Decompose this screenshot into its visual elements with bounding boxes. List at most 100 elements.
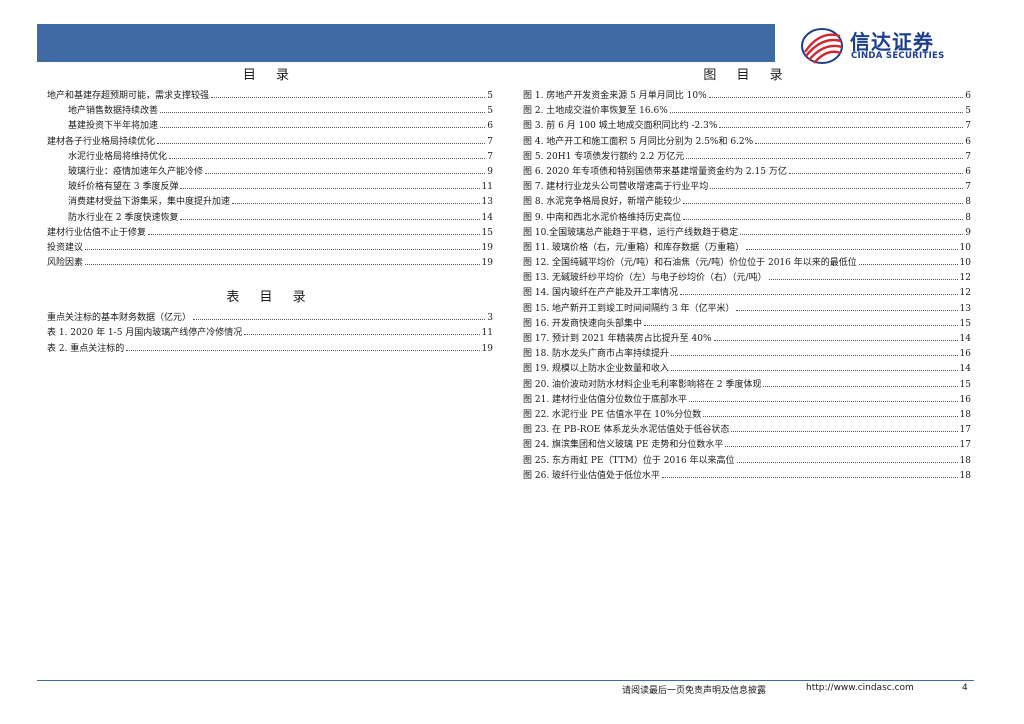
toc-entry[interactable]: 图 19. 规模以上防水企业数量和收入 14 — [523, 361, 971, 376]
toc-leader-dots — [680, 285, 958, 296]
toc-leader-dots — [205, 164, 486, 174]
toc-leader-dots — [683, 194, 964, 205]
toc-entry[interactable]: 表 2. 重点关注标的 19 — [47, 341, 493, 356]
toc-entry[interactable]: 图 21. 建材行业估值分位数位于底部水平 16 — [523, 392, 971, 407]
toc-leader-dots — [148, 225, 480, 235]
toc-leader-dots — [85, 255, 480, 266]
toc-entry-text: 图 3. 前 6 月 100 城土地成交面积同比约 -2.3% — [523, 121, 718, 132]
toc-entry-text: 风险因素 — [47, 258, 84, 269]
toc-entry-text: 图 15. 地产新开工到竣工时间间隔约 3 年（亿平米） — [523, 303, 735, 314]
toc-entry[interactable]: 基建投资下半年将加速 6 — [47, 118, 493, 133]
toc-entry[interactable]: 建材各子行业格局持续优化 7 — [47, 134, 493, 149]
toc-leader-dots — [160, 118, 486, 129]
toc-entry[interactable]: 图 4. 地产开工和施工面积 5 月同比分别为 2.5%和 6.2% 6 — [523, 134, 971, 149]
toc-title: 目 录 — [242, 68, 298, 83]
toc-entry-page: 11 — [481, 328, 493, 339]
toc-entry[interactable]: 地产销售数据持续改善 5 — [47, 103, 493, 118]
toc-entry[interactable]: 图 13. 无碱玻纤纱平均价（左）与电子纱均价（右）（元/吨） 12 — [523, 270, 971, 285]
toc-entry-text: 图 2. 土地成交溢价率恢复至 16.6% — [523, 106, 668, 117]
toc-entry[interactable]: 投资建议 19 — [47, 240, 493, 255]
toc-entry-page: 10 — [959, 258, 971, 269]
toc-entry-page: 5 — [965, 106, 971, 117]
toc-leader-dots — [126, 341, 480, 351]
toc-entry[interactable]: 建材行业估值不止于修复 15 — [47, 225, 493, 240]
toc-entry-page: 18 — [959, 455, 971, 466]
toc-entry-page: 19 — [481, 343, 493, 354]
toc-entry-text: 地产和基建存超预期可能，需求支撑较强 — [47, 91, 210, 101]
toc-entry-page: 7 — [965, 121, 971, 132]
toc-leader-dots — [689, 392, 958, 402]
toc-entry-page: 5 — [487, 106, 493, 117]
toc-entry[interactable]: 防水行业在 2 季度快速恢复 14 — [47, 210, 493, 225]
toc-entry-page: 14 — [959, 334, 971, 344]
toc-leader-dots — [671, 346, 958, 357]
toc-entry[interactable]: 图 7. 建材行业龙头公司营收增速高于行业平均 7 — [523, 179, 971, 194]
toc-leader-dots — [719, 118, 964, 129]
toc-entry[interactable]: 图 23. 在 PB-ROE 体系龙头水泥估值处于低谷状态 17 — [523, 422, 971, 437]
toc-entry[interactable]: 消费建材受益下游集采，集中度提升加速 13 — [47, 194, 493, 209]
toc-entry[interactable]: 图 20. 油价波动对防水材料企业毛利率影响将在 2 季度体现 15 — [523, 377, 971, 392]
toc-entry-text: 图 13. 无碱玻纤纱平均价（左）与电子纱均价（右）（元/吨） — [523, 273, 767, 284]
toc-entry[interactable]: 图 18. 防水龙头广商市占率持续提升 16 — [523, 346, 971, 361]
toc-entry-text: 图 7. 建材行业龙头公司营收增速高于行业平均 — [523, 182, 709, 193]
toc-entry-text: 地产销售数据持续改善 — [68, 106, 159, 117]
toc-leader-dots — [708, 88, 964, 98]
toc-entry[interactable]: 玻璃行业：疫情加速年久产能冷修 9 — [47, 164, 493, 179]
toc-entry[interactable]: 图 17. 预计到 2021 年精装房占比提升至 40% 14 — [523, 331, 971, 346]
toc-entry-text: 防水行业在 2 季度快速恢复 — [68, 212, 179, 223]
toc-entry-text: 图 25. 东方雨虹 PE（TTM）位于 2016 年以来高位 — [523, 455, 735, 466]
toc-entry[interactable]: 图 3. 前 6 月 100 城土地成交面积同比约 -2.3% 7 — [523, 118, 971, 133]
toc-entry-page: 15 — [959, 379, 971, 390]
toc-entry[interactable]: 图 24. 旗滨集团和信义玻璃 PE 走势和分位数水平 17 — [523, 437, 971, 452]
toc-entry-page: 15 — [959, 318, 971, 329]
toc-entry-page: 5 — [487, 91, 493, 101]
toc-entry[interactable]: 图 12. 全国纯碱平均价（元/吨）和石油焦（元/吨）价位位于 2016 年以来… — [523, 255, 971, 270]
toc-entry[interactable]: 图 15. 地产新开工到竣工时间间隔约 3 年（亿平米） 13 — [523, 301, 971, 316]
toc-entry[interactable]: 重点关注标的基本财务数据（亿元） 3 — [47, 310, 493, 325]
toc-entry[interactable]: 图 9. 中南和西北水泥价格维持历史高位 8 — [523, 210, 971, 225]
toc-leader-dots — [232, 194, 480, 205]
toc-entry-page: 8 — [965, 197, 971, 208]
toc-leader-dots — [193, 310, 486, 321]
footer-url-link[interactable]: http://www.cindasc.com — [806, 683, 914, 693]
toc-entry[interactable]: 图 14. 国内玻纤在产产能及开工率情况 12 — [523, 285, 971, 300]
toc-entry[interactable]: 玻纤价格有望在 3 季度反弹 11 — [47, 179, 493, 194]
toc-entry-text: 玻纤价格有望在 3 季度反弹 — [68, 182, 179, 193]
brand-name-en: CINDA SECURITIES — [851, 51, 945, 61]
toc-entry[interactable]: 图 2. 土地成交溢价率恢复至 16.6% 5 — [523, 103, 971, 118]
toc-entry[interactable]: 图 16. 开发商快速向头部集中 15 — [523, 316, 971, 331]
toc-entry[interactable]: 风险因素 19 — [47, 255, 493, 270]
toc-entry[interactable]: 图 5. 20H1 专项债发行额约 2.2 万亿元 7 — [523, 149, 971, 164]
toc-entry[interactable]: 地产和基建存超预期可能，需求支撑较强 5 — [47, 88, 493, 103]
toc-entry-text: 图 17. 预计到 2021 年精装房占比提升至 40% — [523, 334, 712, 344]
toc-entry[interactable]: 表 1. 2020 年 1-5 月国内玻璃产线停产冷修情况 11 — [47, 325, 493, 340]
toc-entry-page: 6 — [965, 166, 971, 177]
toc-leader-dots — [746, 240, 958, 250]
brand-logo: 信达证券 CINDA SECURITIES — [800, 26, 980, 66]
toc-entry-page: 15 — [481, 227, 493, 238]
toc-entry-page: 6 — [487, 121, 493, 132]
toc-entry[interactable]: 图 11. 玻璃价格（右，元/重箱）和库存数据（万重箱） 10 — [523, 240, 971, 255]
toc-entry-text: 图 10.全国玻璃总产能趋于平稳，运行产线数趋于稳定 — [523, 227, 739, 238]
toc-entry-text: 图 4. 地产开工和施工面积 5 月同比分别为 2.5%和 6.2% — [523, 136, 754, 147]
toc-entry[interactable]: 图 22. 水泥行业 PE 估值水平在 10%分位数 18 — [523, 407, 971, 422]
toc-entry-text: 图 18. 防水龙头广商市占率持续提升 — [523, 349, 670, 360]
table-toc-list: 重点关注标的基本财务数据（亿元） 3 表 1. 2020 年 1-5 月国内玻璃产线… — [47, 310, 493, 356]
toc-entry-page: 18 — [959, 470, 971, 481]
toc-entry-page: 6 — [965, 91, 971, 101]
toc-entry[interactable]: 图 6. 2020 年专项债和特别国债带来基建增量资金约为 2.15 万亿 6 — [523, 164, 971, 179]
toc-entry[interactable]: 图 25. 东方雨虹 PE（TTM）位于 2016 年以来高位 18 — [523, 453, 971, 468]
toc-entry[interactable]: 图 8. 水泥竞争格局良好，新增产能较少 8 — [523, 194, 971, 209]
toc-leader-dots — [671, 361, 958, 372]
toc-entry-text: 重点关注标的基本财务数据（亿元） — [47, 313, 192, 324]
toc-entry-text: 表 2. 重点关注标的 — [47, 343, 125, 354]
toc-entry-page: 13 — [481, 197, 493, 208]
toc-entry-page: 9 — [965, 227, 971, 238]
toc-entry[interactable]: 图 1. 房地产开发资金来源 5 月单月同比 10% 6 — [523, 88, 971, 103]
toc-entry[interactable]: 图 10.全国玻璃总产能趋于平稳，运行产线数趋于稳定 9 — [523, 225, 971, 240]
toc-entry-page: 13 — [959, 303, 971, 314]
toc-entry[interactable]: 水泥行业格局将维持优化 7 — [47, 149, 493, 164]
toc-leader-dots — [662, 468, 958, 478]
footer-disclaimer[interactable]: 请阅读最后一页免责声明及信息披露 — [622, 683, 766, 696]
toc-entry[interactable]: 图 26. 玻纤行业估值处于低位水平 18 — [523, 468, 971, 483]
